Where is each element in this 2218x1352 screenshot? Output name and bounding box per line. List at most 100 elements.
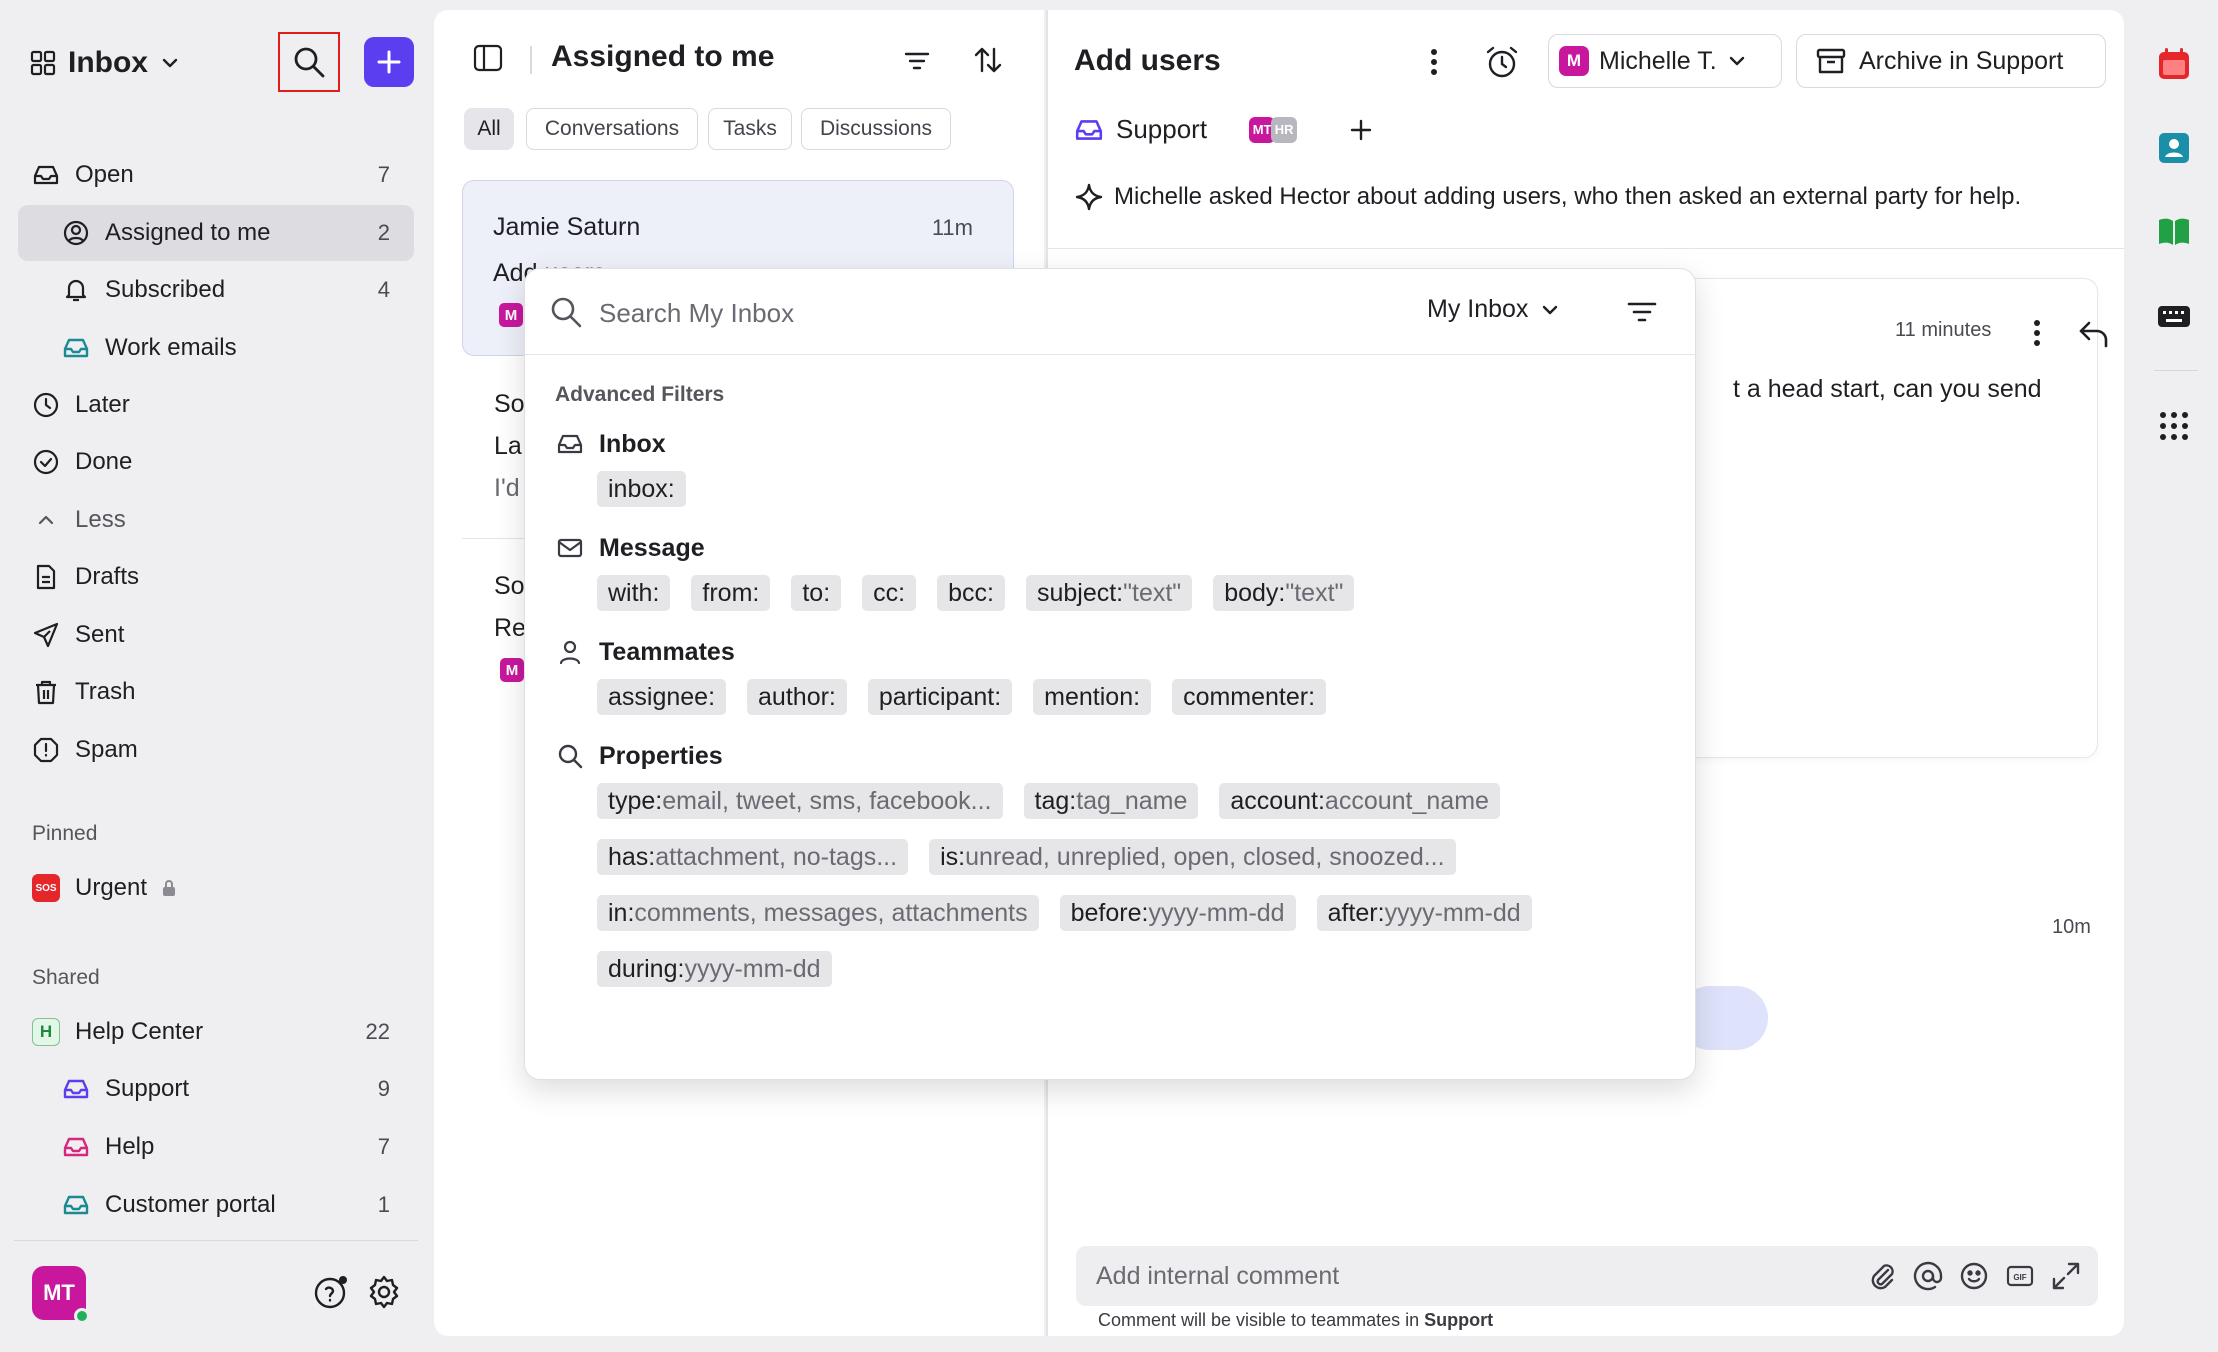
list-item-fragment: So xyxy=(494,390,525,418)
filter-chip-with[interactable]: with: xyxy=(597,575,671,611)
alarm-clock-icon[interactable] xyxy=(1484,44,1520,80)
hint-prefix: Comment will be visible to teammates in xyxy=(1098,1310,1425,1330)
search-button[interactable] xyxy=(278,32,340,92)
filter-chip-from[interactable]: from: xyxy=(691,575,771,611)
tab-tasks[interactable]: Tasks xyxy=(708,108,792,150)
filter-chip-participant[interactable]: participant: xyxy=(867,679,1013,715)
filter-chip-body[interactable]: body: "text" xyxy=(1213,575,1355,611)
chip-row: assignee: author: participant: mention: … xyxy=(597,679,1327,715)
calendar-icon[interactable] xyxy=(2156,46,2192,82)
filter-chip-tag[interactable]: tag: tag_name xyxy=(1023,783,1199,819)
sidebar-toggle-icon[interactable] xyxy=(472,42,504,74)
gif-icon[interactable]: GIF xyxy=(2004,1260,2036,1292)
search-scope-dropdown[interactable]: My Inbox xyxy=(1427,295,1560,324)
filter-chip-is[interactable]: is: unread, unreplied, open, closed, snoo… xyxy=(929,839,1456,875)
help-icon[interactable] xyxy=(312,1274,348,1310)
nav-item-customer-portal[interactable]: Customer portal 1 xyxy=(18,1177,414,1233)
nav-item-trash[interactable]: Trash xyxy=(18,664,414,720)
expand-icon[interactable] xyxy=(2050,1260,2082,1292)
workspace-switcher[interactable]: Inbox xyxy=(30,40,180,86)
chip-key: subject: xyxy=(1036,578,1124,607)
reply-icon[interactable] xyxy=(2077,317,2111,351)
add-plus-icon[interactable] xyxy=(1349,118,1373,142)
apps-grid-icon[interactable] xyxy=(2158,410,2190,442)
more-vertical-icon[interactable] xyxy=(1424,46,1444,78)
conversation-title: Add users xyxy=(1074,44,1221,77)
search-input[interactable] xyxy=(599,291,1159,335)
settings-gear-icon[interactable] xyxy=(366,1274,402,1310)
chevron-down-icon xyxy=(1727,51,1747,71)
tab-discussions[interactable]: Discussions xyxy=(801,108,951,150)
contacts-icon[interactable] xyxy=(2156,130,2192,166)
nav-item-help[interactable]: Help 7 xyxy=(18,1119,414,1175)
nav-label: Spam xyxy=(75,736,138,763)
chip-hint: yyyy-mm-dd xyxy=(1384,898,1521,927)
assignee-dropdown[interactable]: M Michelle T. xyxy=(1548,34,1782,88)
nav-item-work-emails[interactable]: Work emails xyxy=(18,320,414,376)
filter-chip-assignee[interactable]: assignee: xyxy=(597,679,727,715)
nav-item-urgent[interactable]: SOS Urgent xyxy=(18,860,414,916)
chip-row: inbox: xyxy=(597,471,686,507)
search-popup: My Inbox Advanced Filters Inbox inbox: M… xyxy=(524,268,1696,1080)
chip-hint: "text" xyxy=(1123,578,1182,607)
nav-item-assigned-to-me[interactable]: Assigned to me 2 xyxy=(18,205,414,261)
lock-icon xyxy=(160,879,178,897)
filter-chip-author[interactable]: author: xyxy=(747,679,847,715)
message-time: 11 minutes xyxy=(1895,319,1992,341)
attachment-icon[interactable] xyxy=(1866,1260,1898,1292)
nav-item-drafts[interactable]: Drafts xyxy=(18,549,414,605)
filter-chip-account[interactable]: account: account_name xyxy=(1219,783,1500,819)
filter-group-message: Message xyxy=(555,533,705,563)
card-sender: Jamie Saturn xyxy=(493,213,641,241)
filter-chip-mention[interactable]: mention: xyxy=(1033,679,1152,715)
nav-item-done[interactable]: Done xyxy=(18,434,414,490)
filter-group-inbox: Inbox xyxy=(555,429,666,459)
header-divider xyxy=(530,46,532,74)
nav-item-open[interactable]: Open 7 xyxy=(18,147,414,203)
mention-at-icon[interactable] xyxy=(1912,1260,1944,1292)
sort-icon[interactable] xyxy=(972,44,1004,76)
filter-chip-to[interactable]: to: xyxy=(791,575,842,611)
filter-icon[interactable] xyxy=(902,46,932,76)
filter-chip-during[interactable]: during: yyyy-mm-dd xyxy=(597,951,832,987)
tab-all[interactable]: All xyxy=(464,108,514,150)
comment-input[interactable]: Add internal comment GIF xyxy=(1076,1246,2098,1306)
inbox-tag[interactable]: Support xyxy=(1116,114,1207,145)
filter-chip-subject[interactable]: subject: "text" xyxy=(1025,575,1193,611)
filter-icon[interactable] xyxy=(1625,295,1659,329)
comment-tools: GIF xyxy=(1866,1260,2082,1292)
nav-item-help-center[interactable]: H Help Center 22 xyxy=(18,1004,414,1060)
nav-item-support[interactable]: Support 9 xyxy=(18,1061,414,1117)
nav-item-later[interactable]: Later xyxy=(18,377,414,433)
filter-chip-bcc[interactable]: bcc: xyxy=(937,575,1005,611)
group-title: Properties xyxy=(599,741,723,770)
chip-key: with: xyxy=(608,578,660,607)
user-avatar[interactable]: MT xyxy=(32,1266,90,1324)
filter-chip-type[interactable]: type: email, tweet, sms, facebook... xyxy=(597,783,1003,819)
filter-chip-after[interactable]: after: yyyy-mm-dd xyxy=(1316,895,1532,931)
archive-button[interactable]: Archive in Support xyxy=(1796,34,2106,88)
filter-chip-in[interactable]: in: comments, messages, attachments xyxy=(597,895,1039,931)
nav-item-sent[interactable]: Sent xyxy=(18,607,414,663)
chevron-down-icon xyxy=(160,53,180,73)
nav-item-subscribed[interactable]: Subscribed 4 xyxy=(18,262,414,318)
compose-button[interactable] xyxy=(364,37,414,87)
filter-chip-before[interactable]: before: yyyy-mm-dd xyxy=(1059,895,1296,931)
nav-item-less[interactable]: Less xyxy=(18,492,414,548)
nav-item-spam[interactable]: Spam xyxy=(18,722,414,778)
list-item-fragment: La xyxy=(494,432,522,460)
filter-chip-cc[interactable]: cc: xyxy=(862,575,917,611)
book-icon[interactable] xyxy=(2156,214,2192,250)
keyboard-icon[interactable] xyxy=(2156,298,2192,334)
tab-conversations[interactable]: Conversations xyxy=(526,108,698,150)
emoji-icon[interactable] xyxy=(1958,1260,1990,1292)
filter-chip-inbox[interactable]: inbox: xyxy=(597,471,686,507)
filter-chip-commenter[interactable]: commenter: xyxy=(1172,679,1327,715)
filter-chip-has[interactable]: has: attachment, no-tags... xyxy=(597,839,909,875)
participants[interactable]: MT HR xyxy=(1249,116,1298,143)
search-icon xyxy=(292,45,326,79)
more-vertical-icon[interactable] xyxy=(2029,317,2045,349)
chip-hint: yyyy-mm-dd xyxy=(684,954,821,983)
sidebar-divider xyxy=(14,1240,418,1241)
nav-label: Less xyxy=(75,506,126,533)
